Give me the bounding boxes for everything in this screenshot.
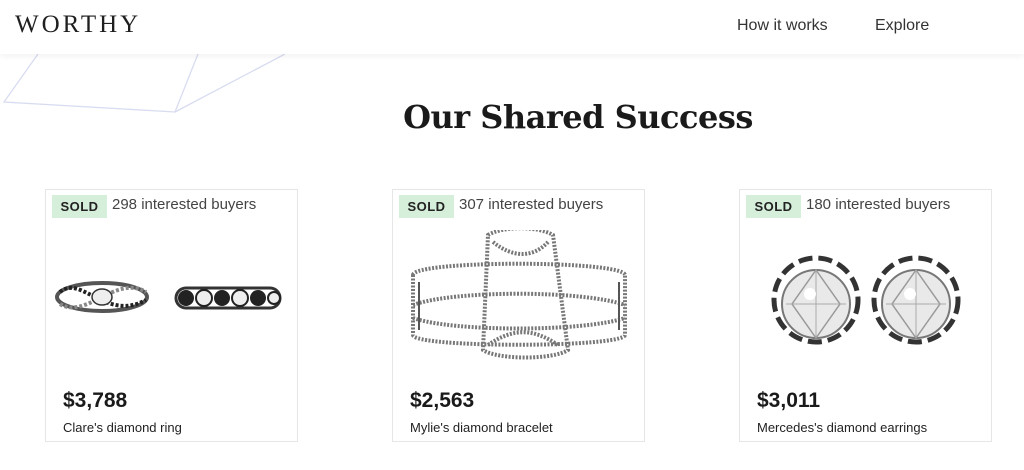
interested-buyers-count: 298 interested buyers xyxy=(112,196,257,213)
top-navigation-bar: WORTHY How it works Explore xyxy=(0,0,1024,54)
diamond-bracelet-image xyxy=(411,230,627,360)
sale-price: $2,563 xyxy=(410,389,475,412)
sold-badge: SOLD xyxy=(399,195,454,218)
item-title: Mercedes's diamond earrings xyxy=(757,420,928,435)
sold-badge: SOLD xyxy=(52,195,107,218)
nav-how-it-works[interactable]: How it works xyxy=(737,17,828,35)
sold-item-card[interactable]: SOLD 307 interested buyers $2,563 Mylie'… xyxy=(392,189,645,442)
sale-price: $3,788 xyxy=(63,389,128,412)
diamond-rings-image xyxy=(55,281,282,313)
interested-buyers-count: 180 interested buyers xyxy=(806,196,951,213)
diamond-earrings-image xyxy=(771,255,961,345)
sold-item-card[interactable]: SOLD 180 interested buyers $3,011 Merced… xyxy=(739,189,992,442)
sold-item-card[interactable]: SOLD 298 interested buyers $3,788 Clare'… xyxy=(45,189,298,442)
interested-buyers-count: 307 interested buyers xyxy=(459,196,604,213)
item-title: Mylie's diamond bracelet xyxy=(410,420,553,435)
item-title: Clare's diamond ring xyxy=(63,420,182,435)
sale-price: $3,011 xyxy=(757,389,821,412)
nav-explore[interactable]: Explore xyxy=(875,17,929,35)
decorative-background-lines xyxy=(2,54,286,113)
worthy-logo[interactable]: WORTHY xyxy=(15,11,141,39)
sold-badge: SOLD xyxy=(746,195,801,218)
